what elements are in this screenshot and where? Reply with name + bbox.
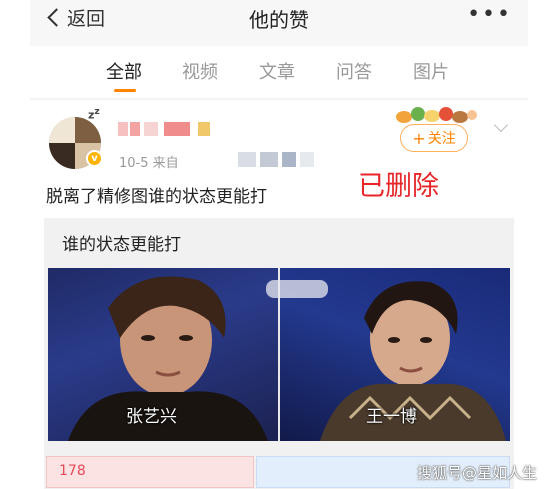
more-dots-icon[interactable]: ••• [467, 4, 512, 26]
follow-label: 关注 [427, 131, 456, 147]
post-meta: 10-5 来自 [119, 156, 179, 171]
filter-tabs: 全部 视频 文章 问答 图片 [30, 46, 528, 98]
tab-video[interactable]: 视频 [182, 58, 218, 84]
vote-option-left[interactable]: 178 [46, 456, 254, 488]
plus-icon: + [412, 128, 426, 148]
top-nav-bar: 返回 他的赞 ••• [30, 0, 528, 46]
phone-screen: 返回 他的赞 ••• 全部 视频 文章 问答 图片 zz v 10-5 来自 +… [30, 0, 528, 489]
left-caption: 张艺兴 [126, 407, 177, 427]
quoted-post[interactable]: 谁的状态更能打 张艺兴 王一博 [44, 218, 514, 489]
chevron-down-icon[interactable] [493, 117, 509, 133]
deleted-annotation: 已删除 [358, 171, 439, 202]
quoted-post-title: 谁的状态更能打 [62, 235, 181, 255]
source-blurred [238, 152, 318, 167]
page-title: 他的赞 [249, 8, 309, 32]
right-caption: 王一博 [366, 407, 417, 427]
active-tab-indicator [114, 89, 136, 92]
left-photo[interactable]: 张艺兴 [48, 268, 278, 441]
blurred-watermark [266, 280, 328, 298]
source-watermark: 搜狐号@星如人生 [417, 464, 538, 482]
post-text: 脱离了精修图谁的状态更能打 [46, 187, 267, 207]
vote-count: 178 [59, 463, 86, 479]
username-blurred[interactable] [118, 122, 218, 136]
tab-articles[interactable]: 文章 [259, 58, 295, 84]
tab-all[interactable]: 全部 [106, 58, 142, 84]
liked-post-card[interactable]: zz v 10-5 来自 + 关注 已删除 脱离了精修图谁的状态更能打 谁的状态… [30, 100, 528, 489]
follow-button[interactable]: + 关注 [400, 124, 468, 152]
tab-images[interactable]: 图片 [413, 58, 449, 84]
sleep-zz-icon: zz [88, 106, 100, 122]
tab-qa[interactable]: 问答 [336, 58, 372, 84]
verified-badge-icon: v [86, 150, 103, 167]
